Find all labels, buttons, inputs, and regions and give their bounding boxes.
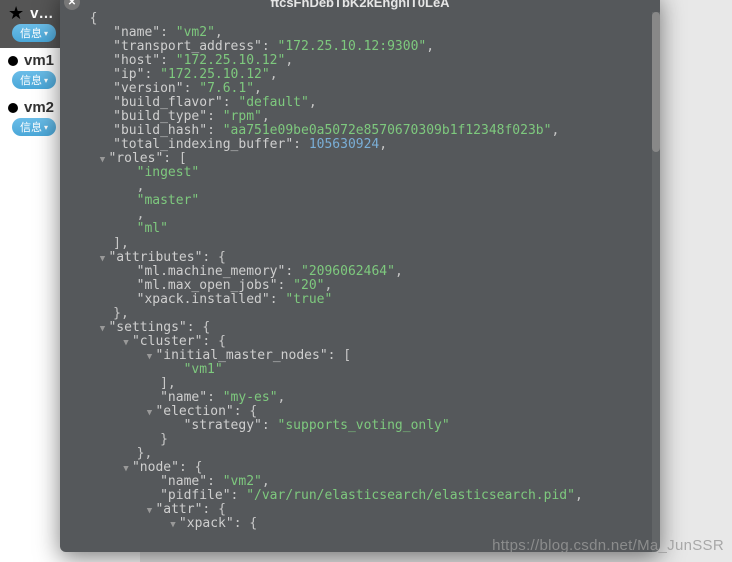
sidebar: ★ v… 信息▾ 动作▾ vm1 信息▾ vm2 信息▾ xyxy=(0,0,140,562)
action-pill[interactable]: 动作▾ xyxy=(62,24,106,42)
shard-box-1[interactable]: 0 xyxy=(222,44,262,70)
shard-box-0[interactable]: 0 xyxy=(222,0,262,26)
info-pill[interactable]: 信息▾ xyxy=(12,71,56,89)
dot-icon xyxy=(8,56,18,66)
sidebar-item-v[interactable]: ★ v… 信息▾ 动作▾ xyxy=(0,0,140,48)
dot-icon xyxy=(8,103,18,113)
sidebar-item-vm1[interactable]: vm1 信息▾ xyxy=(0,48,140,95)
node-name: vm1 xyxy=(24,52,54,69)
node-name: v… xyxy=(30,5,53,22)
info-pill[interactable]: 信息▾ xyxy=(12,118,56,136)
info-pill[interactable]: 信息▾ xyxy=(12,24,56,42)
star-icon: ★ xyxy=(8,4,24,22)
main-area: 0 0 xyxy=(140,0,732,562)
node-name: vm2 xyxy=(24,99,54,116)
sidebar-item-vm2[interactable]: vm2 信息▾ xyxy=(0,95,140,142)
